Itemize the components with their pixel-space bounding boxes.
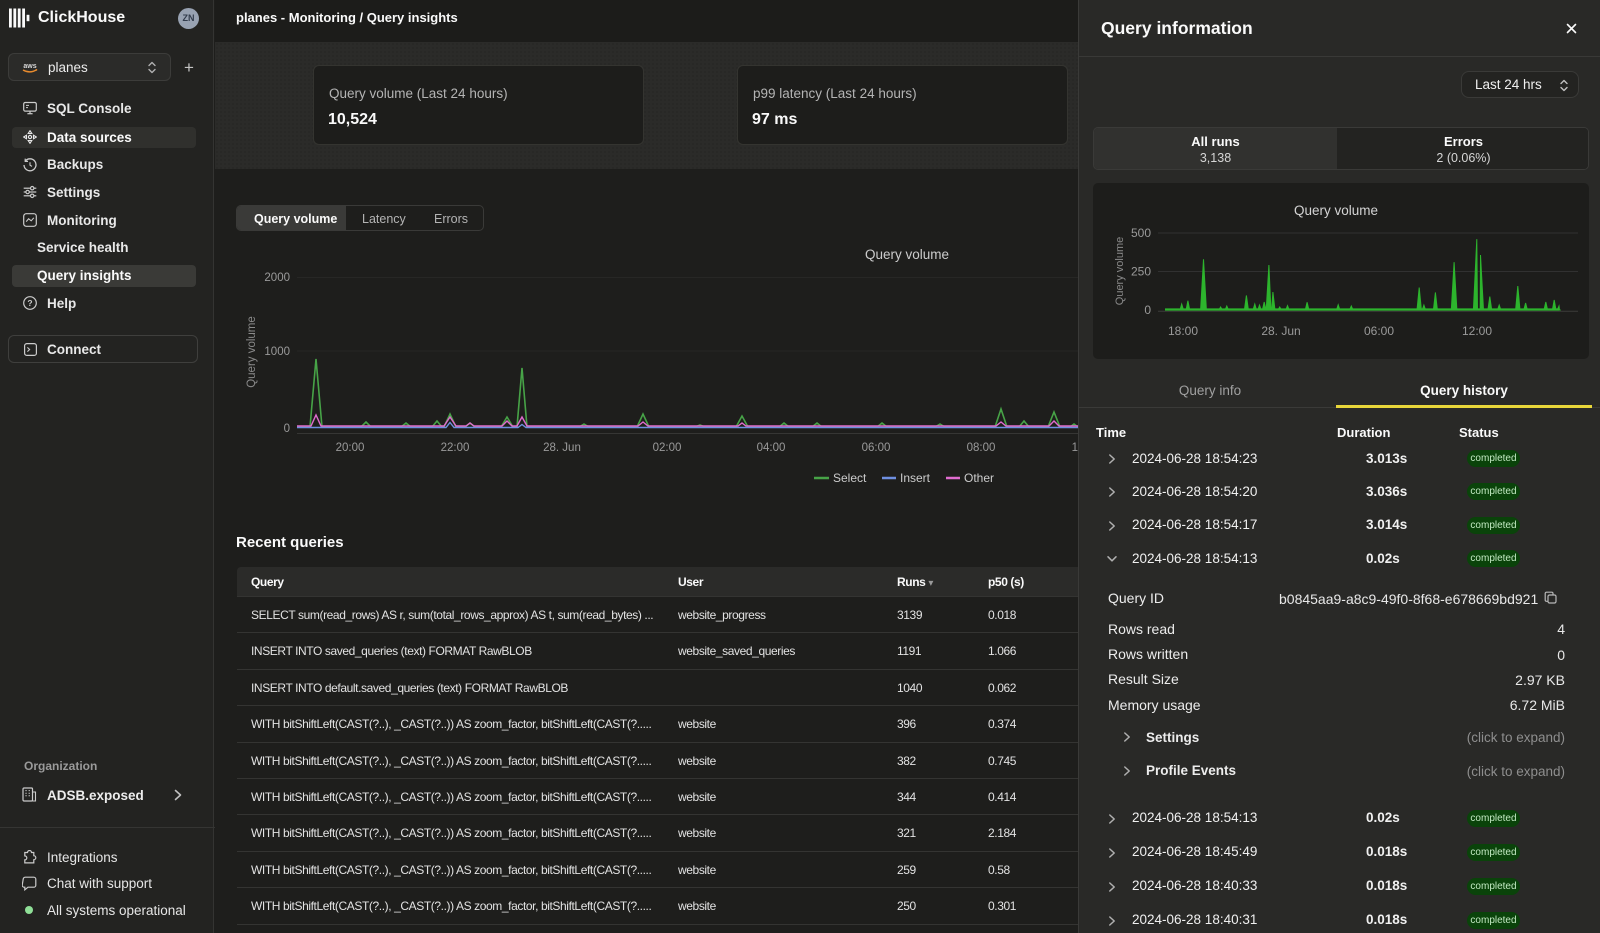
svg-text:22:00: 22:00 [441, 442, 470, 454]
svg-text:04:00: 04:00 [757, 442, 786, 454]
svg-text:500: 500 [1131, 226, 1151, 240]
svg-text:Query volume: Query volume [1114, 237, 1126, 305]
svg-text:0: 0 [284, 423, 290, 435]
svg-text:aws: aws [23, 63, 36, 70]
svg-text:28. Jun: 28. Jun [543, 442, 581, 454]
svg-text:Insert: Insert [900, 471, 931, 485]
svg-text:20:00: 20:00 [336, 442, 365, 454]
svg-text:Query volume: Query volume [246, 316, 258, 388]
svg-text:250: 250 [1131, 265, 1151, 279]
svg-text:06:00: 06:00 [1364, 324, 1394, 338]
svg-text:Query volume: Query volume [1294, 203, 1378, 218]
svg-text:Other: Other [964, 471, 994, 485]
svg-text:2000: 2000 [264, 272, 290, 284]
svg-text:1000: 1000 [264, 346, 290, 358]
svg-text:02:00: 02:00 [653, 442, 682, 454]
svg-text:06:00: 06:00 [862, 442, 891, 454]
svg-text:Select: Select [833, 471, 867, 485]
svg-text:08:00: 08:00 [967, 442, 996, 454]
svg-text:?: ? [27, 298, 32, 308]
svg-text:18:00: 18:00 [1168, 324, 1198, 338]
svg-text:Query volume: Query volume [865, 247, 949, 262]
svg-text:28. Jun: 28. Jun [1261, 324, 1300, 338]
svg-text:0: 0 [1144, 303, 1151, 317]
svg-text:12:00: 12:00 [1462, 324, 1492, 338]
